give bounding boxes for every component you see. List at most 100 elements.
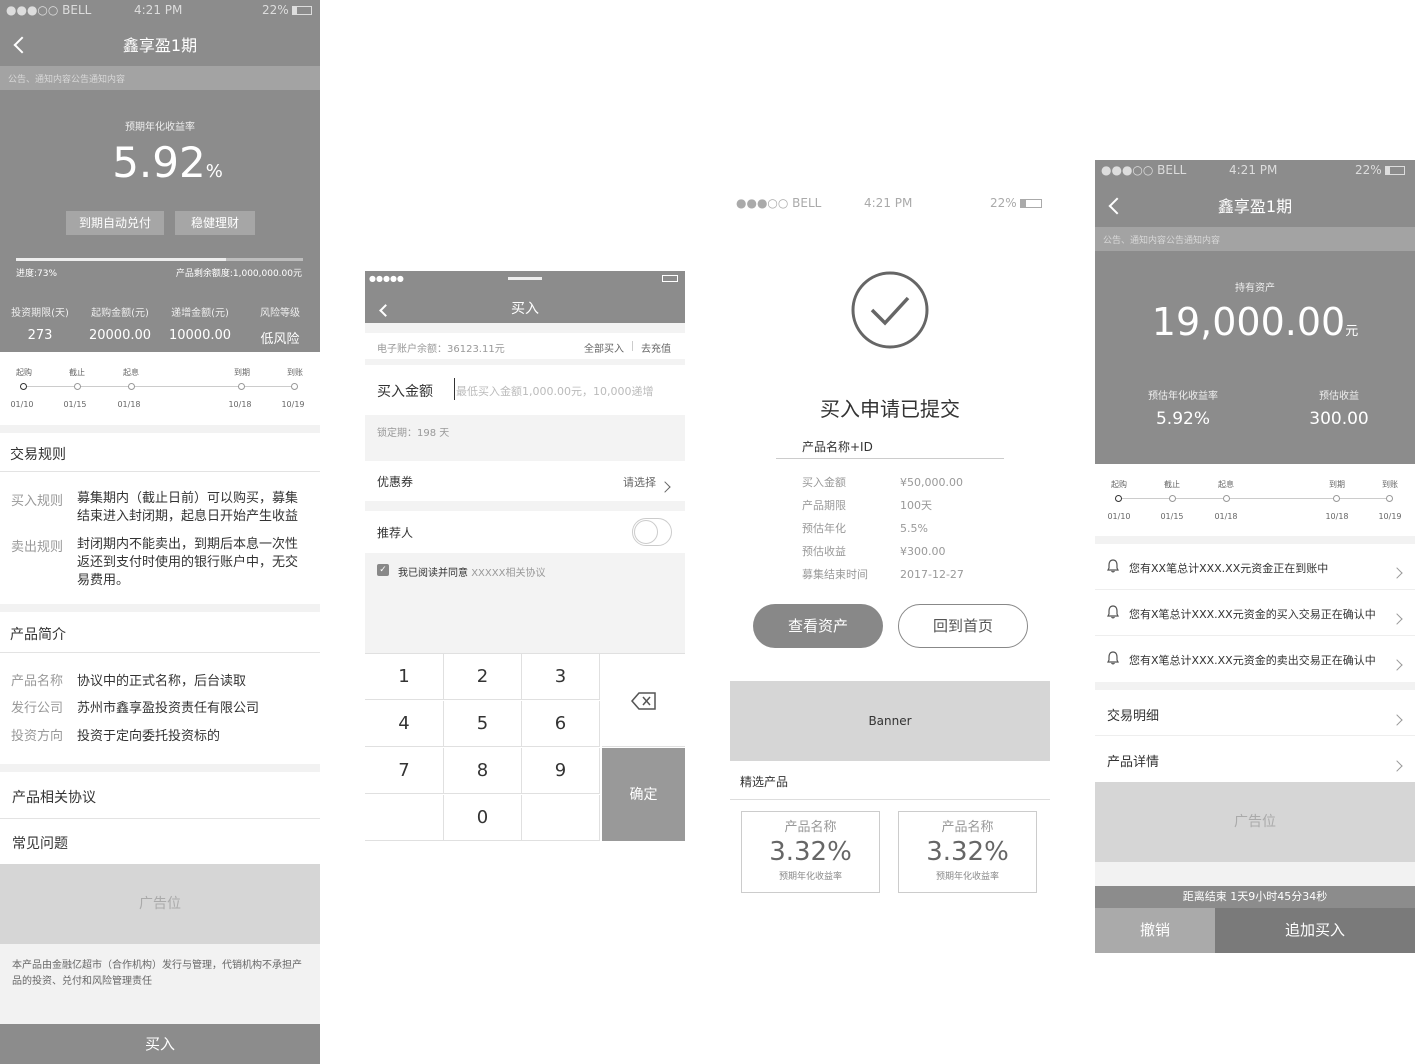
add-buy-button[interactable]: 追加买入: [1215, 908, 1415, 953]
tl-label: 截止: [1164, 480, 1180, 489]
tl-label: 起息: [1218, 480, 1234, 489]
key-1[interactable]: 1: [365, 654, 444, 700]
link-separator: [632, 341, 633, 351]
key-2[interactable]: 2: [444, 654, 522, 700]
agreement-link[interactable]: XXXXX相关协议: [471, 568, 545, 579]
link-transactions[interactable]: 交易明细: [1095, 690, 1415, 736]
tl-label: 起息: [123, 368, 139, 377]
divider: [0, 471, 320, 472]
bell-icon: [1107, 651, 1119, 665]
tl-dot: [291, 383, 298, 390]
back-home-button[interactable]: 回到首页: [898, 604, 1028, 648]
notice-bar[interactable]: 公告、通知内容公告通知内容: [0, 66, 320, 90]
tl-label: 到期: [1329, 480, 1345, 489]
key-6[interactable]: 6: [522, 701, 600, 747]
cancel-button[interactable]: 撤销: [1095, 908, 1215, 953]
est-income-label: 预估收益: [1319, 391, 1359, 402]
banner[interactable]: Banner: [730, 681, 1050, 761]
stat-step: 递增金额(元) 10000.00: [160, 304, 240, 347]
detail-row: 预估年化 5.5%: [802, 517, 1032, 540]
recharge-link[interactable]: 去充值: [641, 340, 671, 355]
confirm-button[interactable]: 确定: [602, 748, 685, 841]
progress-text: 进度:73%: [16, 269, 58, 279]
link-faq[interactable]: 常见问题: [12, 833, 68, 853]
spacer: [1095, 862, 1415, 886]
tl-label: 到期: [234, 368, 250, 377]
success-check-icon: [851, 271, 929, 349]
key-8[interactable]: 8: [444, 748, 522, 794]
battery-icon: [662, 275, 678, 282]
cursor: [454, 378, 455, 400]
detail-value: 5.5%: [900, 522, 928, 535]
buy-all-link[interactable]: 全部买入: [584, 340, 624, 355]
divider: [1095, 536, 1415, 544]
intro-company-label: 发行公司: [11, 701, 64, 716]
status-carrier: ●●●○○ BELL: [6, 3, 92, 17]
tl-dot: [1333, 495, 1340, 502]
card-name: 产品名称: [941, 820, 994, 835]
key-9[interactable]: 9: [522, 748, 600, 794]
link-agreements[interactable]: 产品相关协议: [12, 787, 96, 807]
intro-direction-label: 投资方向: [11, 729, 64, 744]
card-name: 产品名称: [784, 820, 837, 835]
card-rate: 3.32%: [926, 837, 1009, 867]
divider: [730, 799, 1050, 800]
amount-input[interactable]: 最低买入金额1,000.00元，10,000递增: [456, 383, 676, 399]
key-4[interactable]: 4: [365, 701, 444, 747]
buy-button[interactable]: 买入: [0, 1024, 320, 1064]
link-product-details[interactable]: 产品详情: [1095, 736, 1415, 782]
product-name: 产品名称+ID: [802, 440, 873, 454]
status-carrier: ●●●○○ BELL: [1101, 163, 1187, 177]
tl-label: 起购: [16, 368, 32, 377]
tl-date: 01/18: [1214, 512, 1238, 521]
chevron-right-icon: [1391, 755, 1403, 774]
page-title: 鑫享盈1期: [122, 36, 198, 55]
product-card[interactable]: 产品名称 3.32% 预期年化收益率: [741, 811, 880, 893]
screen-buy: ●●●●● 买入 电子账户余额：36123.11元 全部买入 去充值 买入金额 …: [365, 271, 685, 841]
tl-dot: [1223, 495, 1230, 502]
card-sub: 预期年化收益率: [935, 872, 999, 882]
bell-icon: [1107, 605, 1119, 619]
order-details: 买入金额 ¥50,000.00 产品期限 100天 预估年化 5.5% 预估收益 ¥30…: [802, 471, 1032, 586]
notice-item[interactable]: 您有X笔总计XXX.XX元资金的卖出交易正在确认中: [1095, 636, 1415, 682]
notice-bar[interactable]: 公告、通知内容公告通知内容: [1095, 227, 1415, 251]
referrer-toggle[interactable]: [632, 518, 672, 546]
notice-item[interactable]: 您有XX笔总计XXX.XX元资金正在到账中: [1095, 544, 1415, 590]
stat-label: 风险等级: [260, 308, 300, 319]
key-5[interactable]: 5: [444, 701, 522, 747]
product-card[interactable]: 产品名称 3.32% 预期年化收益率: [898, 811, 1037, 893]
holding-label: 持有资产: [1235, 283, 1275, 294]
divider: [0, 604, 320, 612]
tl-date: 10/19: [281, 400, 305, 409]
divider: [0, 652, 320, 653]
progress-track: [16, 258, 303, 261]
backspace-button[interactable]: [602, 654, 685, 747]
link-label: 产品详情: [1107, 755, 1160, 770]
intro-company-value: 苏州市鑫享盈投资责任有限公司: [77, 701, 260, 716]
view-assets-button[interactable]: 查看资产: [753, 604, 883, 648]
detail-value: 100天: [900, 499, 932, 512]
chevron-right-icon: [1391, 562, 1403, 581]
notice-text: 您有XX笔总计XXX.XX元资金正在到账中: [1129, 562, 1329, 575]
tl-date: 01/15: [63, 400, 87, 409]
ad-slot[interactable]: 广告位: [0, 864, 320, 944]
intro-name-value: 协议中的正式名称，后台读取: [77, 674, 247, 689]
ad-slot[interactable]: 广告位: [1095, 782, 1415, 862]
status-time: 4:21 PM: [864, 196, 913, 210]
stat-value: 20000.00: [88, 328, 152, 343]
timeline: 起购 01/10 截止 01/15 起息 01/18 到期 10/18 到账 1…: [1095, 473, 1415, 533]
rule-sell-label: 卖出规则: [11, 540, 64, 555]
agree-checkbox[interactable]: ✓: [377, 564, 389, 576]
notice-item[interactable]: 您有X笔总计XXX.XX元资金的买入交易正在确认中: [1095, 590, 1415, 636]
notice-text: 您有X笔总计XXX.XX元资金的卖出交易正在确认中: [1129, 654, 1376, 667]
countdown-bar: 距离结束 1天9小时45分34秒: [1095, 886, 1415, 908]
key-3[interactable]: 3: [522, 654, 600, 700]
tl-dot: [1169, 495, 1176, 502]
notice-text: 您有X笔总计XXX.XX元资金的买入交易正在确认中: [1129, 608, 1376, 621]
card-rate: 3.32%: [769, 837, 852, 867]
agree-prefix: 我已阅读并同意: [398, 568, 468, 579]
detail-value: 2017-12-27: [900, 568, 964, 581]
key-7[interactable]: 7: [365, 748, 444, 794]
timeline: 起购 01/10 截止 01/15 起息 01/18 到期 10/18 到账 1…: [0, 362, 320, 422]
key-0[interactable]: 0: [444, 795, 522, 841]
